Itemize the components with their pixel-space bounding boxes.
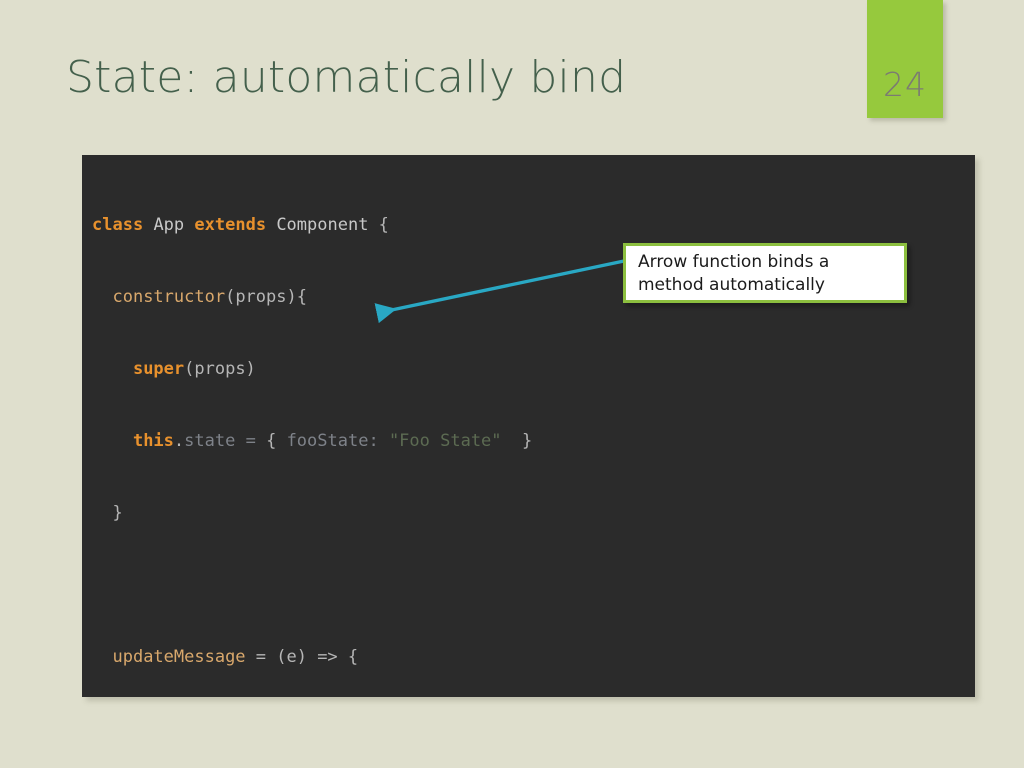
code-line: super(props) [132,359,256,379]
annotation-line-2: method automatically [638,275,825,295]
slide-number-badge: 24 [867,0,943,118]
code-line: updateMessage = (e) => { [112,647,359,667]
annotation-callout: Arrow function binds a method automatica… [623,243,907,303]
code-panel: class App extends Component { constructo… [82,155,975,697]
annotation-callout-text: Arrow function binds a method automatica… [638,251,829,297]
annotation-line-1: Arrow function binds a [638,252,830,272]
page-title: State: automatically bind [66,52,627,103]
code-line: class App extends Component { [92,215,389,235]
code-line: this.state = { fooState: "Foo State" } [132,431,533,451]
code-line: } [92,503,123,523]
slide-number-label: 24 [883,65,927,104]
